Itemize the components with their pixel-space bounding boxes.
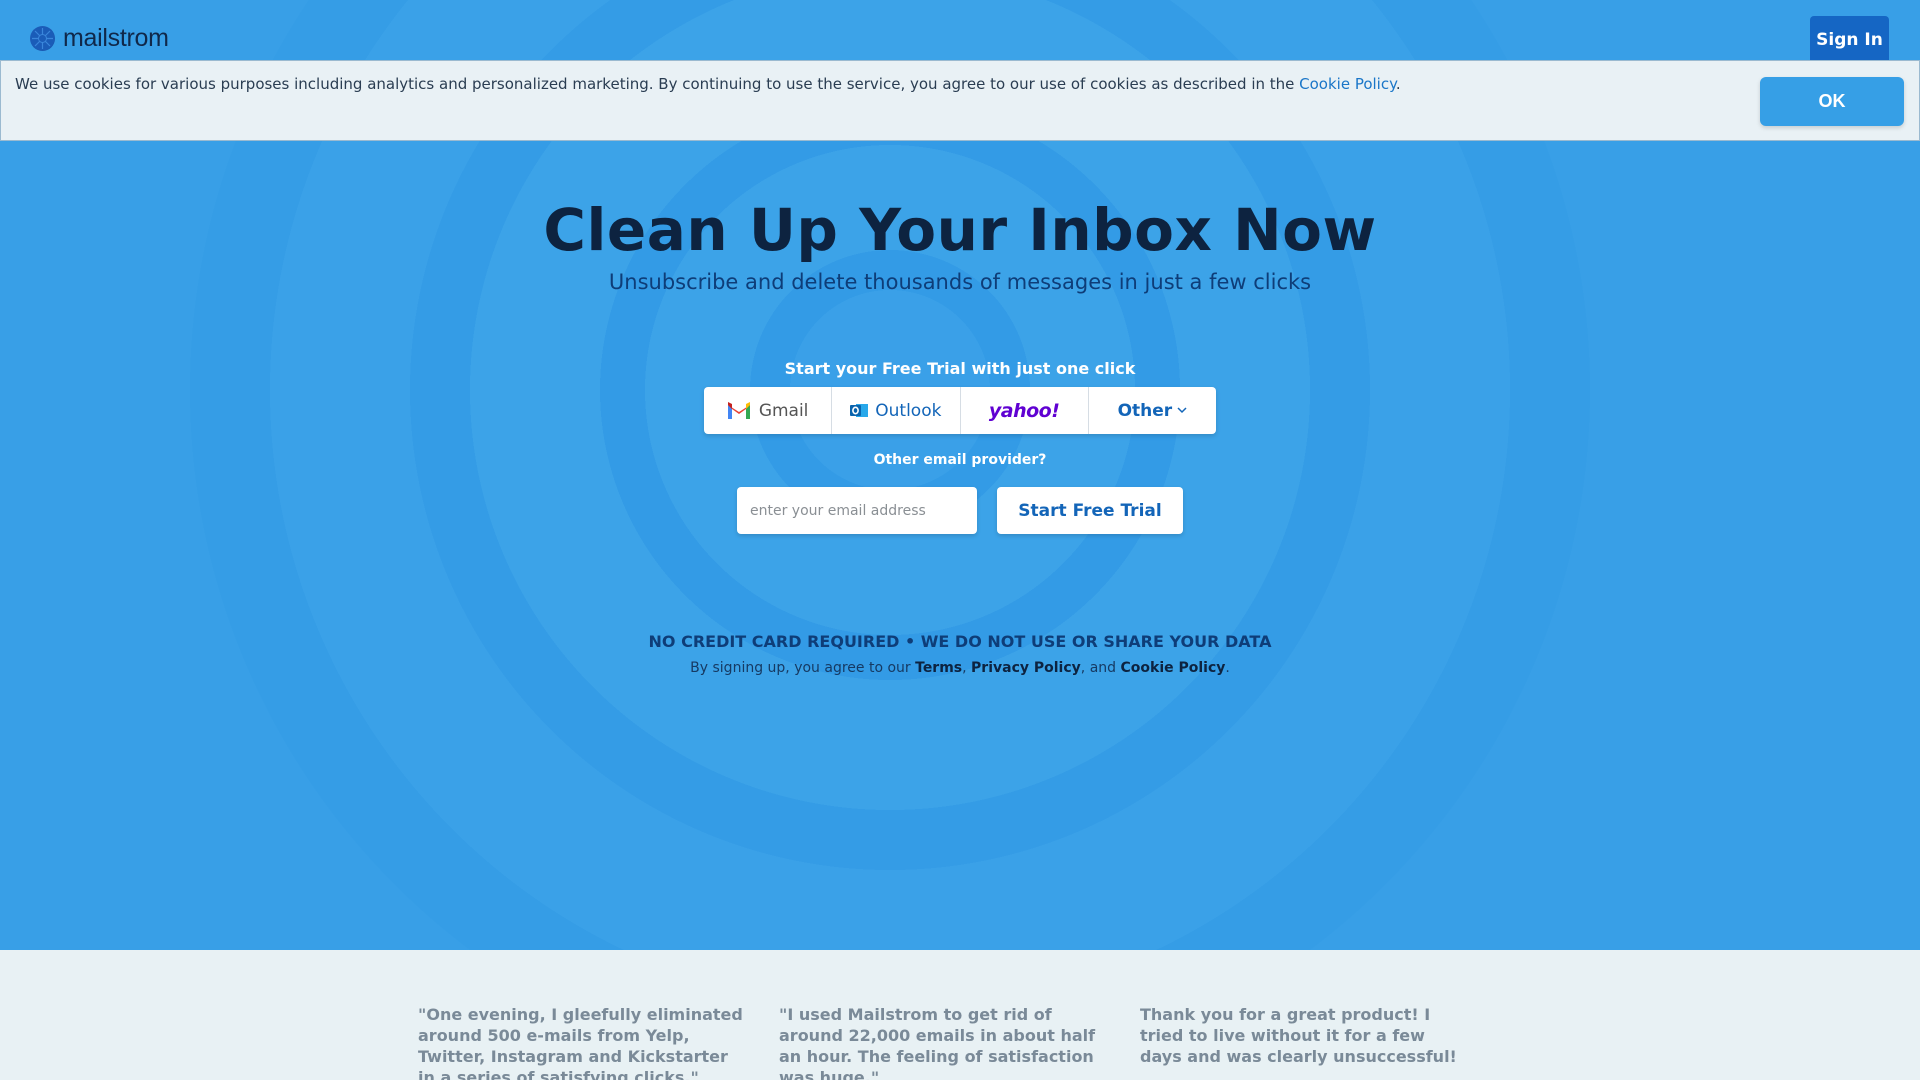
yahoo-button[interactable]: yahoo! xyxy=(961,387,1089,434)
provider-button-group: Gmail Outlook yahoo! Other xyxy=(704,387,1216,434)
logo[interactable]: mailstrom xyxy=(30,24,169,53)
cookie-banner-text-end: . xyxy=(1395,75,1401,93)
privacy-policy-link[interactable]: Privacy Policy xyxy=(971,660,1081,676)
testimonial-quote: "I used Mailstrom to get rid of around 2… xyxy=(779,1005,1096,1080)
other-provider-dropdown[interactable]: Other xyxy=(1089,387,1216,434)
testimonial-quote: Thank you for a great product! I tried t… xyxy=(1140,1005,1457,1066)
yahoo-logo: yahoo! xyxy=(988,399,1060,422)
page-title: Clean Up Your Inbox Now xyxy=(543,196,1377,264)
terms-link[interactable]: Terms xyxy=(915,660,962,676)
terms-sep-1: , xyxy=(962,660,972,676)
logo-text: mailstrom xyxy=(63,24,169,52)
start-free-trial-button[interactable]: Start Free Trial xyxy=(997,487,1183,534)
terms-sep-2: , and xyxy=(1080,660,1121,676)
other-label: Other xyxy=(1117,400,1173,421)
top-bar: mailstrom Sign In xyxy=(0,0,1920,64)
email-input[interactable] xyxy=(737,487,977,534)
mailstrom-logo-icon xyxy=(30,26,55,51)
free-trial-label: Start your Free Trial with just one clic… xyxy=(784,359,1136,378)
cookie-policy-link[interactable]: Cookie Policy xyxy=(1299,75,1396,93)
outlook-icon xyxy=(850,402,869,419)
cookie-banner-text: We use cookies for various purposes incl… xyxy=(15,75,1401,93)
testimonials-section: "One evening, I gleefully eliminated aro… xyxy=(0,950,1920,1080)
cookie-banner: We use cookies for various purposes incl… xyxy=(0,60,1920,141)
terms-notice: By signing up, you agree to our Terms, P… xyxy=(0,660,1920,676)
no-credit-card-notice: NO CREDIT CARD REQUIRED • WE DO NOT USE … xyxy=(648,632,1272,651)
terms-suffix: . xyxy=(1225,660,1230,676)
cookie-banner-message: We use cookies for various purposes incl… xyxy=(15,75,1300,93)
testimonial-quote: "One evening, I gleefully eliminated aro… xyxy=(418,1005,743,1080)
outlook-button[interactable]: Outlook xyxy=(832,387,961,434)
gmail-icon xyxy=(727,401,751,420)
cookie-ok-button[interactable]: OK xyxy=(1760,77,1904,126)
hero-section: mailstrom Sign In We use cookies for var… xyxy=(0,0,1920,950)
outlook-label: Outlook xyxy=(875,400,942,421)
terms-prefix: By signing up, you agree to our xyxy=(690,660,916,676)
gmail-button[interactable]: Gmail xyxy=(704,387,833,434)
cookie-policy-terms-link[interactable]: Cookie Policy xyxy=(1121,660,1226,676)
gmail-label: Gmail xyxy=(758,400,809,421)
sign-in-button[interactable]: Sign In xyxy=(1810,16,1889,64)
page-subtitle: Unsubscribe and delete thousands of mess… xyxy=(608,270,1312,294)
other-email-provider-label: Other email provider? xyxy=(873,452,1047,468)
chevron-down-icon xyxy=(1177,407,1187,414)
